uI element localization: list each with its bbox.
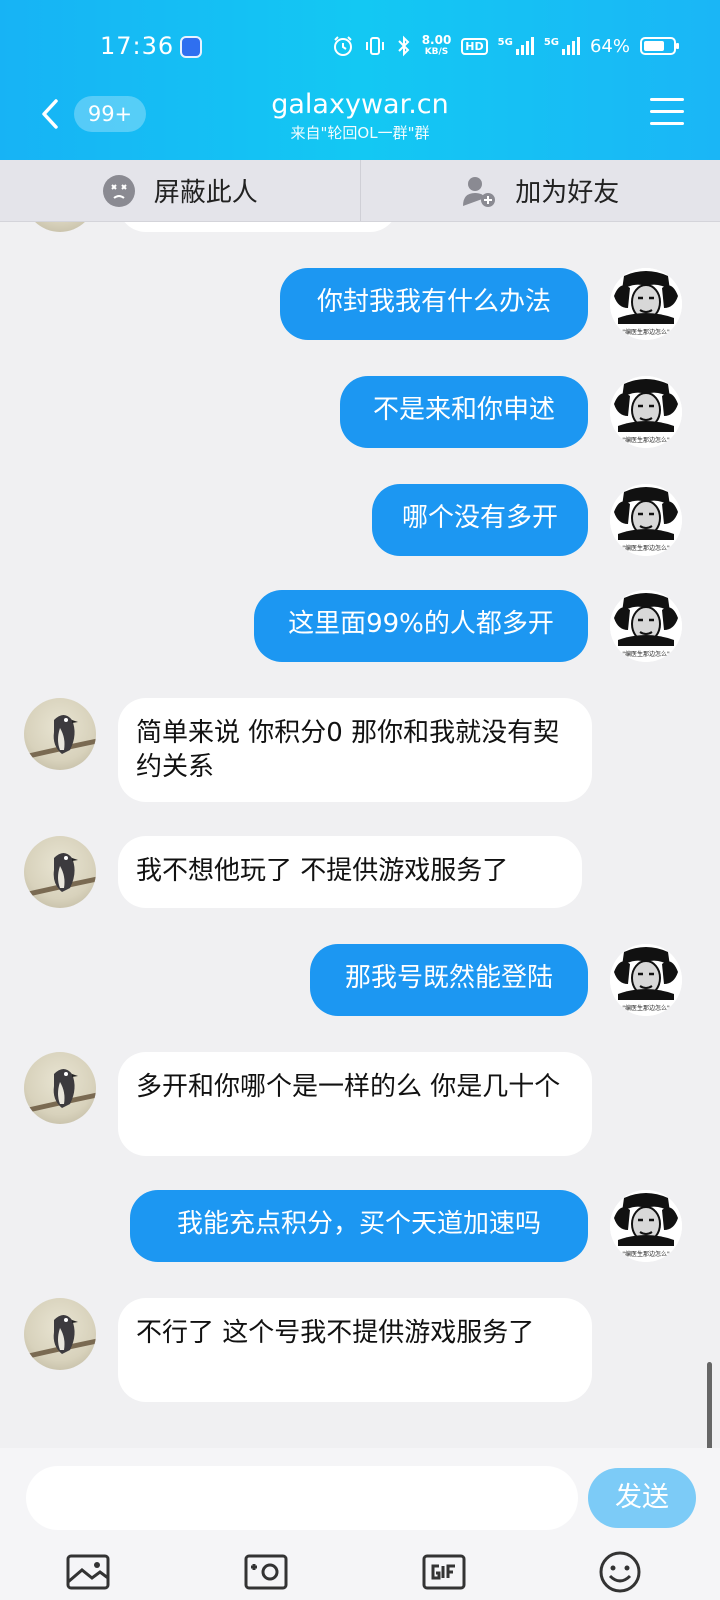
chat-title-block: galaxywar.cn 来自"轮回OL一群"群 [160, 88, 560, 144]
back-arrow-icon[interactable] [36, 96, 66, 132]
message-bubble-outgoing[interactable]: 这里面99%的人都多开 [254, 590, 588, 662]
bluetooth-icon [397, 35, 410, 57]
sender-avatar[interactable] [24, 1052, 96, 1124]
message-bubble-outgoing[interactable]: 哪个没有多开 [372, 484, 588, 556]
block-user-label: 屏蔽此人 [153, 178, 258, 208]
app-notification-icon [180, 36, 202, 58]
message-bubble-incoming[interactable]: 简单来说 你积分0 那你和我就没有契约关系 [118, 698, 592, 802]
avatar-caption: "编医生那边怎么" [622, 1004, 670, 1012]
chat-subtitle: 来自"轮回OL一群"群 [290, 124, 430, 142]
scrollbar-thumb[interactable] [707, 1362, 712, 1448]
emoji-icon[interactable] [596, 1548, 644, 1596]
alarm-icon [333, 36, 352, 56]
chat-title: galaxywar.cn [271, 89, 449, 120]
stranger-action-bar: 屏蔽此人 加为好友 [0, 160, 720, 222]
battery-percent: 64% [589, 35, 630, 57]
sender-avatar[interactable] [24, 698, 96, 770]
menu-icon[interactable] [650, 98, 684, 128]
unread-count-badge[interactable]: 99+ [74, 96, 146, 132]
status-bar: 17:36 8.00 KB/S HD 5G 5G 64% [0, 30, 720, 66]
avatar-caption: "编医生那边怎么" [622, 436, 670, 444]
my-avatar[interactable]: "编医生那边怎么" [610, 376, 682, 448]
gif-icon[interactable] [420, 1548, 468, 1596]
status-time: 17:36 [100, 32, 175, 60]
avatar-caption: "编医生那边怎么" [622, 650, 670, 658]
message-bubble-incoming[interactable]: 多开和你哪个是一样的么 你是几十个 [118, 1052, 592, 1156]
message-bubble-outgoing[interactable]: 那我号既然能登陆 [310, 944, 588, 1016]
message-input[interactable] [26, 1466, 578, 1530]
network-speed-value: 8.00 [421, 33, 452, 47]
block-face-icon [102, 174, 135, 207]
my-avatar[interactable]: "编医生那边怎么" [610, 1190, 682, 1262]
network-speed: 8.00 KB/S [422, 34, 452, 58]
vibrate-icon [365, 37, 384, 55]
sender-avatar[interactable] [24, 222, 96, 232]
my-avatar[interactable]: "编医生那边怎么" [610, 268, 682, 340]
composer-toolbar [0, 1548, 720, 1596]
sim1-network-label: 5G [497, 37, 513, 48]
avatar-caption: "编医生那边怎么" [622, 328, 670, 336]
message-bubble-incoming[interactable]: 不行了 这个号我不提供游戏服务了 [118, 1298, 592, 1402]
message-list[interactable]: "编医生那边怎么" 你封我我有什么办法 "编医生那边怎么" 不是来和你申述 "编医生那边… [0, 222, 720, 1448]
my-avatar[interactable]: "编医生那边怎么" [610, 944, 682, 1016]
network-speed-unit: KB/S [424, 47, 449, 57]
hd-voice-badge: HD [461, 37, 488, 55]
send-button[interactable]: 发送 [588, 1468, 696, 1528]
avatar-caption: "编医生那边怎么" [622, 544, 670, 552]
sim2-network-label: 5G [543, 37, 559, 48]
message-bubble-outgoing[interactable]: 你封我我有什么办法 [280, 268, 588, 340]
signal-icon-sim1: 5G [498, 37, 534, 55]
sender-avatar[interactable] [24, 1298, 96, 1370]
message-bubble-partial[interactable] [118, 222, 398, 232]
signal-icon-sim2: 5G [544, 37, 580, 55]
avatar-caption: "编医生那边怎么" [622, 1250, 670, 1258]
add-friend-label: 加为好友 [515, 178, 620, 208]
my-avatar[interactable]: "编医生那边怎么" [610, 484, 682, 556]
camera-icon[interactable] [242, 1548, 290, 1596]
message-bubble-outgoing[interactable]: 不是来和你申述 [340, 376, 588, 448]
image-picker-icon[interactable] [64, 1548, 112, 1596]
add-friend-button[interactable]: 加为好友 [359, 160, 720, 221]
block-user-button[interactable]: 屏蔽此人 [0, 160, 360, 221]
sender-avatar[interactable] [24, 836, 96, 908]
header: 17:36 8.00 KB/S HD 5G 5G 64% 99+ galaxyw… [0, 0, 720, 160]
message-bubble-outgoing[interactable]: 我能充点积分，买个天道加速吗 [130, 1190, 588, 1262]
my-avatar[interactable]: "编医生那边怎么" [610, 590, 682, 662]
composer-bar: 发送 [0, 1448, 720, 1600]
battery-icon [640, 37, 679, 55]
message-bubble-incoming[interactable]: 我不想他玩了 不提供游戏服务了 [118, 836, 582, 908]
add-friend-icon [463, 176, 496, 207]
status-icons: 8.00 KB/S HD 5G 5G 64% [332, 34, 679, 58]
